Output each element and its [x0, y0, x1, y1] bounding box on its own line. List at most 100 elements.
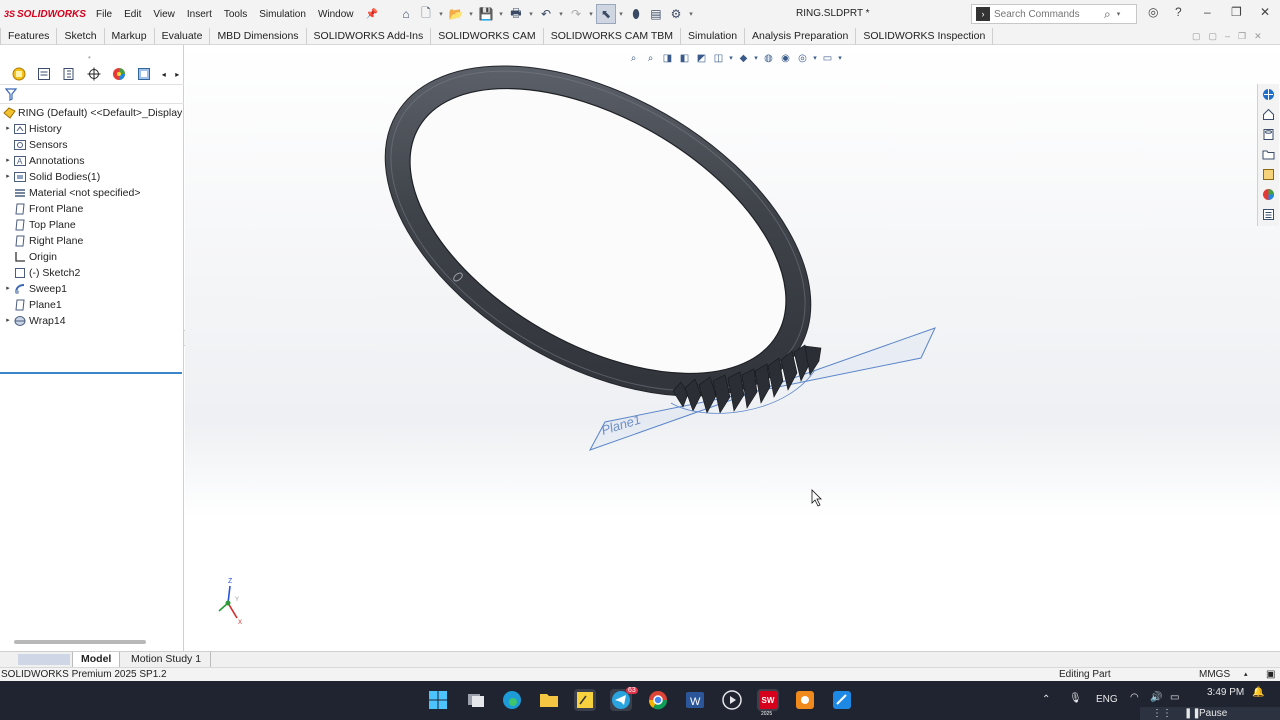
options-gear-icon[interactable]: ⚙: [666, 4, 686, 24]
word-icon[interactable]: W: [684, 689, 706, 711]
tab-mbd-dimensions[interactable]: MBD Dimensions: [210, 28, 307, 45]
tree-item-material[interactable]: Material <not specified>: [0, 185, 184, 201]
save-icon[interactable]: 💾: [476, 4, 496, 24]
solidworks-taskbar-icon[interactable]: SW: [757, 689, 779, 711]
expand-arrow-icon[interactable]: ▸: [3, 169, 13, 185]
file-explorer-taskbar-icon[interactable]: [538, 689, 560, 711]
doc-maximize-icon[interactable]: ❐: [1238, 31, 1246, 42]
menu-tools[interactable]: Tools: [218, 9, 253, 20]
task-view-icon[interactable]: [465, 689, 487, 711]
tab-motion-study-1[interactable]: Motion Study 1: [122, 652, 212, 668]
menu-insert[interactable]: Insert: [181, 9, 218, 20]
microphone-icon[interactable]: 🎙: [1069, 693, 1082, 704]
tree-item-top-plane[interactable]: Top Plane: [0, 217, 184, 233]
tree-item-origin[interactable]: Origin: [0, 249, 184, 265]
tray-overflow-icon[interactable]: ⌃: [1042, 694, 1050, 705]
unit-system[interactable]: MMGS: [1199, 668, 1230, 681]
solidworks-logo[interactable]: 3S SOLIDWORKS: [4, 9, 90, 20]
search-dropdown-icon[interactable]: ▾: [1117, 10, 1121, 18]
print-dropdown-icon[interactable]: ▾: [526, 10, 536, 18]
panel-grip-icon[interactable]: •: [88, 53, 91, 62]
tree-item-front-plane[interactable]: Front Plane: [0, 201, 184, 217]
clock-time[interactable]: 3:49 PM: [1207, 687, 1244, 698]
select-dropdown-icon[interactable]: ▾: [616, 10, 626, 18]
dimxpert-manager-tab-icon[interactable]: [81, 66, 106, 82]
tree-item-history[interactable]: ▸ History: [0, 121, 184, 137]
menu-edit[interactable]: Edit: [118, 9, 147, 20]
tab-solidworks-cam[interactable]: SOLIDWORKS CAM: [431, 28, 544, 45]
restore-icon[interactable]: ❐: [1231, 5, 1242, 19]
redo-icon[interactable]: ↷: [566, 4, 586, 24]
search-icon[interactable]: ⌕: [1104, 7, 1111, 22]
battery-icon[interactable]: ▭: [1170, 692, 1179, 703]
appearances-icon[interactable]: [1258, 184, 1279, 204]
tab-features[interactable]: Features: [0, 28, 58, 45]
tree-item-solid-bodies[interactable]: ▸ Solid Bodies(1): [0, 169, 184, 185]
filter-icon[interactable]: [5, 88, 17, 101]
model-view[interactable]: Plane1 Z Y X: [185, 45, 1280, 651]
new-document-icon[interactable]: 🗋: [416, 4, 436, 24]
panel-scroll-left-icon[interactable]: ◂: [157, 66, 171, 82]
rollback-bar[interactable]: [0, 372, 182, 374]
unit-dropdown-icon[interactable]: ▴: [1244, 668, 1248, 681]
close-icon[interactable]: ✕: [1260, 5, 1270, 19]
save-dropdown-icon[interactable]: ▾: [496, 10, 506, 18]
help-icon[interactable]: ?: [1175, 5, 1182, 19]
view-palette-icon[interactable]: [1258, 164, 1279, 184]
home-icon[interactable]: ⌂: [396, 4, 416, 24]
doc-close-icon[interactable]: ✕: [1254, 31, 1262, 42]
redo-dropdown-icon[interactable]: ▾: [586, 10, 596, 18]
feature-manager-tab-icon[interactable]: [6, 66, 31, 82]
menu-view[interactable]: View: [147, 9, 181, 20]
menu-simulation[interactable]: Simulation: [253, 9, 312, 20]
tab-navigation-arrows[interactable]: [18, 654, 70, 665]
media-control-bar[interactable]: ⋮⋮ ❚❚ Pause: [1140, 707, 1280, 720]
tab-simulation[interactable]: Simulation: [681, 28, 746, 45]
account-icon[interactable]: ◎: [1148, 5, 1158, 19]
cam-manager-tab-icon[interactable]: [132, 66, 157, 82]
tree-item-annotations[interactable]: ▸ A Annotations: [0, 153, 184, 169]
tab-solidworks-add-ins[interactable]: SOLIDWORKS Add-Ins: [307, 28, 432, 45]
media-player-icon[interactable]: [721, 689, 743, 711]
expand-arrow-icon[interactable]: ▸: [3, 121, 13, 137]
panel-horizontal-scrollbar[interactable]: [14, 640, 146, 644]
menu-window[interactable]: Window: [312, 9, 360, 20]
search-input[interactable]: [994, 8, 1104, 20]
open-dropdown-icon[interactable]: ▾: [466, 10, 476, 18]
tab-solidworks-inspection[interactable]: SOLIDWORKS Inspection: [856, 28, 994, 45]
tree-filter-row[interactable]: [0, 84, 184, 104]
doc-restore-icon[interactable]: ▢: [1209, 31, 1218, 42]
grid-icon[interactable]: ⋮⋮: [1152, 708, 1172, 719]
doc-minimize-icon[interactable]: –: [1225, 31, 1230, 42]
blue-app-icon[interactable]: [831, 689, 853, 711]
file-properties-icon[interactable]: ▤: [646, 4, 666, 24]
custom-properties-icon[interactable]: [1258, 204, 1279, 224]
display-manager-tab-icon[interactable]: [107, 66, 132, 82]
property-manager-tab-icon[interactable]: [31, 66, 56, 82]
print-icon[interactable]: 🖶: [506, 4, 526, 24]
file-explorer-icon[interactable]: [1258, 144, 1279, 164]
select-cursor-icon[interactable]: ⬉: [595, 4, 616, 24]
expand-arrow-icon[interactable]: ▸: [3, 313, 13, 329]
tree-root-ring[interactable]: RING (Default) <<Default>_Display S: [0, 105, 192, 121]
tab-analysis-preparation[interactable]: Analysis Preparation: [745, 28, 857, 45]
panel-scroll-right-icon[interactable]: ▸: [170, 66, 184, 82]
options-dropdown-icon[interactable]: ▾: [686, 10, 696, 18]
tab-model[interactable]: Model: [72, 652, 121, 668]
expand-arrow-icon[interactable]: ▸: [3, 281, 13, 297]
minimize-icon[interactable]: –: [1204, 5, 1211, 19]
tab-markup[interactable]: Markup: [105, 28, 155, 45]
tree-item-right-plane[interactable]: Right Plane: [0, 233, 184, 249]
tile-icon[interactable]: ▢: [1192, 31, 1201, 42]
solidworks-resources-icon[interactable]: [1258, 84, 1279, 104]
status-help-icon[interactable]: ▣: [1266, 668, 1275, 681]
menu-file[interactable]: File: [90, 9, 118, 20]
rebuild-icon[interactable]: ⬮: [626, 4, 646, 24]
windows-start-icon[interactable]: [427, 689, 449, 711]
tree-item-sweep1[interactable]: ▸ Sweep1: [0, 281, 184, 297]
orange-app-icon[interactable]: [794, 689, 816, 711]
search-commands-box[interactable]: › ⌕ ▾: [971, 4, 1137, 24]
chrome-icon[interactable]: [647, 689, 669, 711]
tab-sketch[interactable]: Sketch: [57, 28, 105, 45]
tree-item-sketch2[interactable]: (-) Sketch2: [0, 265, 184, 281]
